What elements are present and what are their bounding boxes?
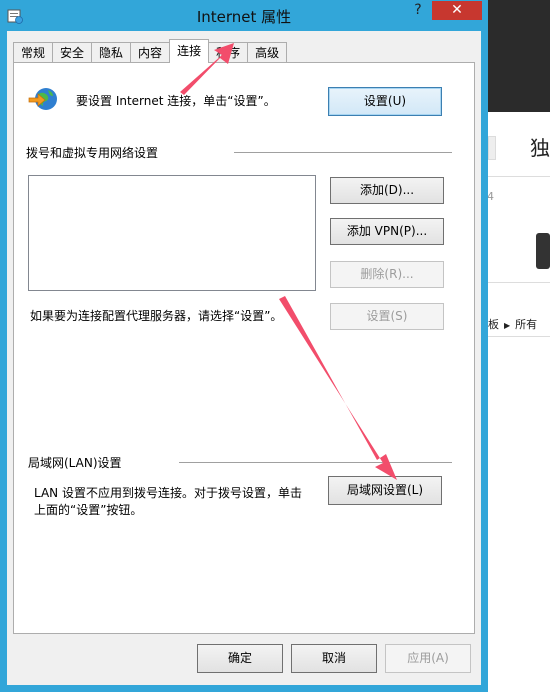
lan-description-line1: LAN 设置不应用到拨号连接。对于拨号设置，单击 [34, 486, 302, 500]
internet-globe-icon [28, 88, 57, 110]
cancel-button[interactable]: 取消 [291, 644, 377, 673]
background-divider [488, 176, 550, 177]
tab-advanced[interactable]: 高级 [247, 42, 288, 63]
background-number: 4 [487, 190, 494, 203]
proxy-instruction: 如果要为连接配置代理服务器，请选择“设置”。 [30, 309, 283, 323]
dialup-vpn-group-label: 拨号和虚拟专用网络设置 [26, 146, 159, 160]
tab-content[interactable]: 内容 [130, 42, 171, 63]
breadcrumb-item[interactable]: 所有 [515, 318, 537, 331]
background-divider [488, 282, 550, 283]
lan-group-label: 局域网(LAN)设置 [28, 456, 122, 470]
internet-properties-dialog: Internet 属性 ? ✕ 常规 安全 隐私 内容 连接 程序 高级 要设置… [0, 0, 488, 692]
title-bar[interactable]: Internet 属性 ? ✕ [0, 0, 488, 31]
background-topbar [486, 0, 550, 112]
connections-listbox[interactable] [28, 175, 316, 291]
tab-connections[interactable]: 连接 [169, 39, 210, 63]
breadcrumb-item[interactable]: 板 [488, 318, 499, 331]
lan-settings-button[interactable]: 局域网设置(L) [328, 476, 442, 505]
background-box [488, 136, 496, 160]
tab-programs[interactable]: 程序 [208, 42, 249, 63]
tab-security[interactable]: 安全 [52, 42, 93, 63]
tab-strip: 常规 安全 隐私 内容 连接 程序 高级 [13, 39, 288, 63]
breadcrumb-arrow-icon: ▶ [504, 321, 511, 330]
setup-button[interactable]: 设置(U) [328, 87, 442, 116]
add-vpn-button[interactable]: 添加 VPN(P)... [330, 218, 444, 245]
background-divider [488, 336, 550, 337]
group-separator [179, 462, 452, 463]
lan-description-line2: 上面的“设置”按钮。 [34, 503, 143, 517]
apply-button[interactable]: 应用(A) [385, 644, 471, 673]
remove-button[interactable]: 删除(R)... [330, 261, 444, 288]
tab-general[interactable]: 常规 [13, 42, 54, 63]
connections-panel: 要设置 Internet 连接，单击“设置”。 设置(U) 拨号和虚拟专用网络设… [13, 62, 475, 634]
dialog-client-area: 常规 安全 隐私 内容 连接 程序 高级 要设置 Internet 连接，单击“… [7, 31, 481, 685]
setup-instruction: 要设置 Internet 连接，单击“设置”。 [76, 94, 276, 108]
tab-privacy[interactable]: 隐私 [91, 42, 132, 63]
help-button[interactable]: ? [404, 1, 432, 20]
group-separator [234, 152, 452, 153]
ok-button[interactable]: 确定 [197, 644, 283, 673]
background-title: 独 [530, 136, 550, 160]
proxy-settings-button[interactable]: 设置(S) [330, 303, 444, 330]
background-avatar [536, 233, 550, 269]
add-button[interactable]: 添加(D)... [330, 177, 444, 204]
background-breadcrumb: 板 ▶ 所有 [488, 316, 537, 332]
close-button[interactable]: ✕ [432, 1, 482, 20]
